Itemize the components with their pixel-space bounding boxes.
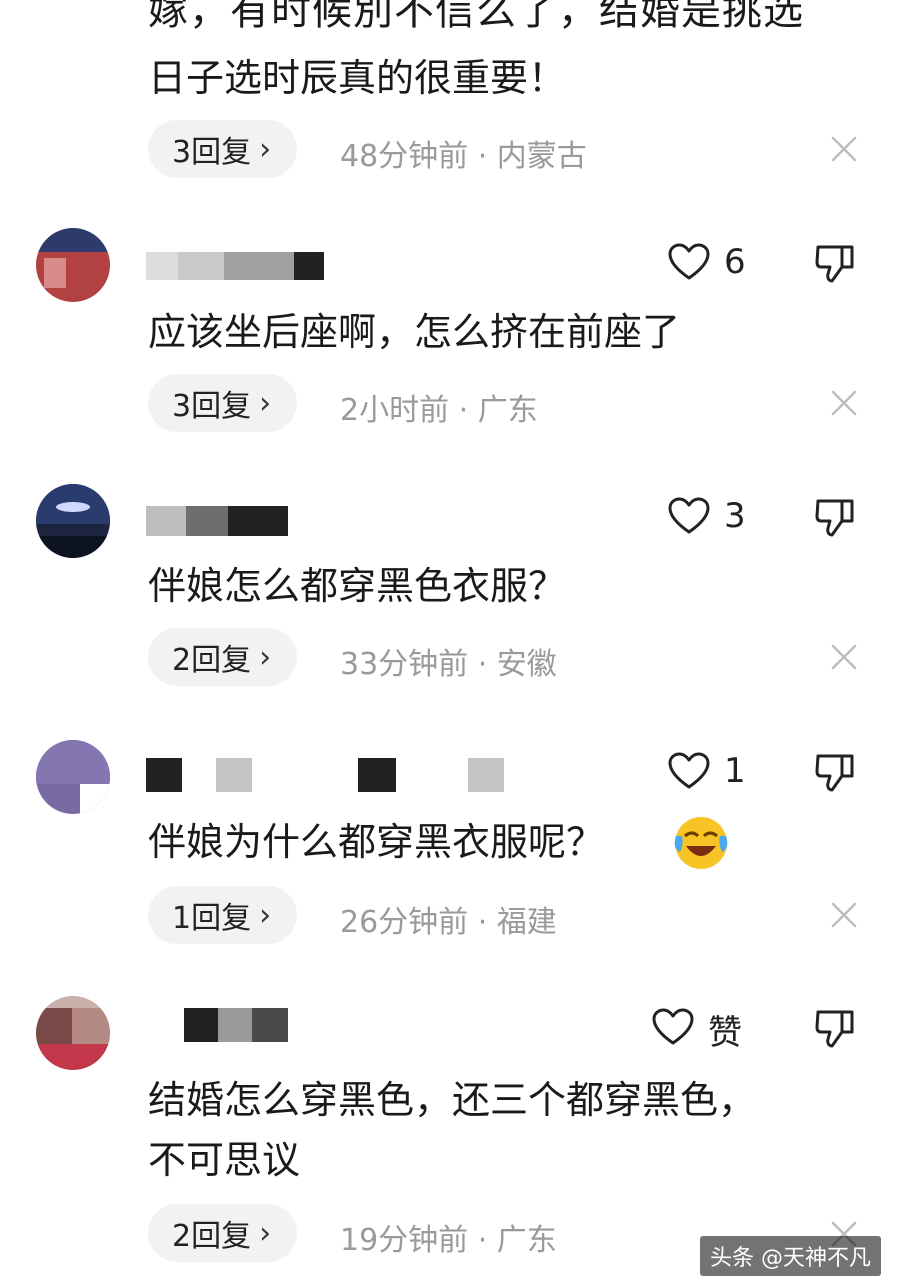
comment-text: 伴娘为什么都穿黑衣服呢？ <box>148 820 605 864</box>
comment-meta: 26分钟前 · 福建 <box>340 905 557 940</box>
thumbs-down-icon[interactable] <box>814 752 856 794</box>
heart-outline-icon[interactable] <box>668 752 710 790</box>
chevron-right-icon: › <box>259 131 272 167</box>
comment-meta: 33分钟前 · 安徽 <box>340 647 557 682</box>
replies-label: 1回复 <box>172 901 252 936</box>
comment-meta: 48分钟前 · 内蒙古 <box>340 139 587 174</box>
replies-button[interactable]: 1回复 › <box>148 886 298 944</box>
avatar[interactable] <box>36 996 110 1070</box>
avatar[interactable] <box>36 740 110 814</box>
replies-label: 2回复 <box>172 1219 252 1254</box>
chevron-right-icon: › <box>259 897 272 933</box>
replies-label: 2回复 <box>172 643 252 678</box>
avatar[interactable] <box>36 228 110 302</box>
thumbs-down-icon[interactable] <box>814 243 856 285</box>
cut-off-comment-line: 嫁，有时候別不信么了，结婚是挑选 <box>148 0 804 34</box>
replies-label: 3回复 <box>172 135 252 170</box>
like-count: 1 <box>724 751 746 791</box>
close-icon[interactable] <box>830 901 858 929</box>
thumbs-down-icon[interactable] <box>814 1008 856 1050</box>
heart-outline-icon[interactable] <box>652 1008 694 1046</box>
replies-label: 3回复 <box>172 389 252 424</box>
heart-outline-icon[interactable] <box>668 243 710 281</box>
replies-button[interactable]: 2回复 › <box>148 628 298 686</box>
replies-button[interactable]: 2回复 › <box>148 1204 298 1262</box>
chevron-right-icon: › <box>259 639 272 675</box>
close-icon[interactable] <box>830 135 858 163</box>
like-count: 3 <box>724 496 746 536</box>
comment-text: 日子选时辰真的很重要！ <box>148 56 567 100</box>
comment-text: 应该坐后座啊，怎么挤在前座了 <box>148 310 681 354</box>
username-redacted[interactable] <box>146 1008 356 1048</box>
close-icon[interactable] <box>830 389 858 417</box>
watermark: 头条 @天神不凡 <box>700 1236 881 1276</box>
chevron-right-icon: › <box>259 385 272 421</box>
comment-text-line-1: 结婚怎么穿黑色，还三个都穿黑色， <box>148 1078 757 1122</box>
username-redacted[interactable] <box>146 756 516 794</box>
close-icon[interactable] <box>830 643 858 671</box>
comment-meta: 2小时前 · 广东 <box>340 393 538 428</box>
heart-outline-icon[interactable] <box>668 497 710 535</box>
username-redacted[interactable] <box>146 248 346 282</box>
chevron-right-icon: › <box>259 1215 272 1251</box>
laughing-crying-emoji <box>672 814 730 872</box>
like-label: 赞 <box>708 1013 742 1053</box>
comment-text: 伴娘怎么都穿黑色衣服？ <box>148 564 567 608</box>
like-count: 6 <box>724 242 746 282</box>
comment-text-line-2: 不可思议 <box>148 1138 301 1182</box>
replies-button[interactable]: 3回复 › <box>148 374 298 432</box>
avatar[interactable] <box>36 484 110 558</box>
thumbs-down-icon[interactable] <box>814 497 856 539</box>
comment-meta: 19分钟前 · 广东 <box>340 1223 557 1258</box>
username-redacted[interactable] <box>146 500 306 538</box>
replies-button[interactable]: 3回复 › <box>148 120 298 178</box>
